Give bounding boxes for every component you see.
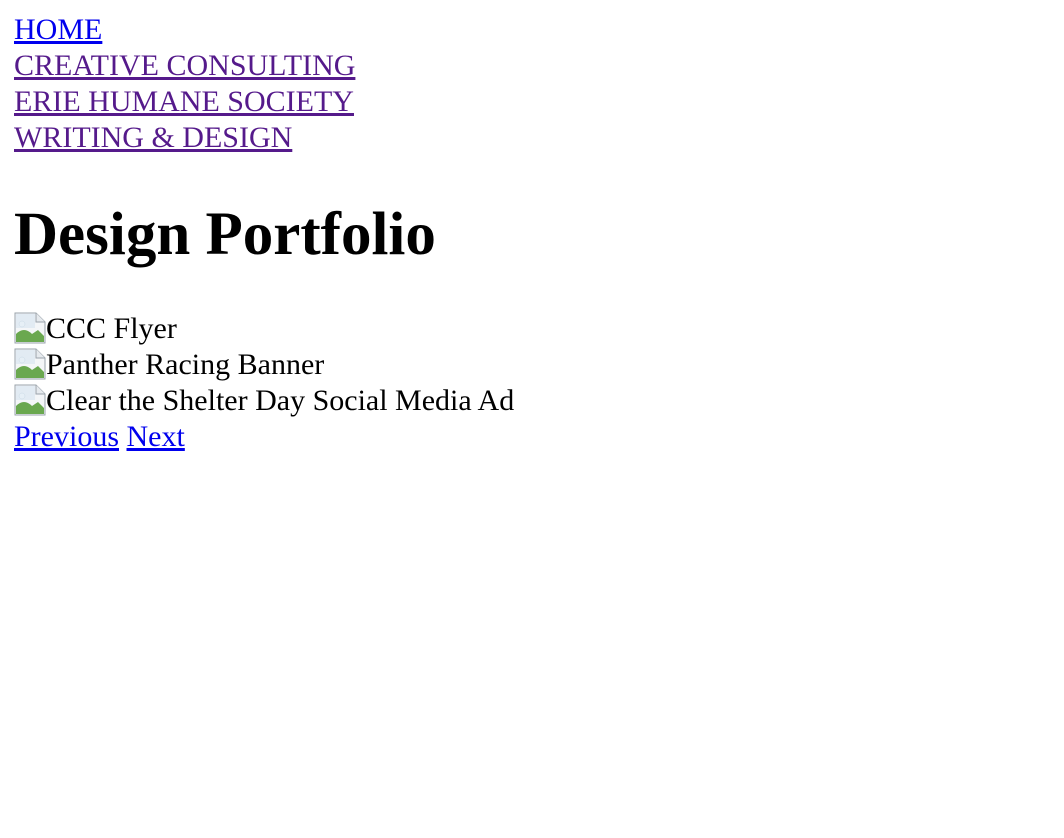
slide-item: Panther Racing Banner [14, 347, 514, 383]
slide-item: Clear the Shelter Day Social Media Ad [14, 383, 514, 419]
pager-separator [119, 420, 127, 453]
next-link[interactable]: Next [127, 420, 185, 453]
broken-image-icon [14, 312, 46, 344]
page-title: Design Portfolio [14, 201, 436, 268]
slide-alt-text: CCC Flyer [46, 312, 177, 345]
nav-link-erie-humane-society[interactable]: ERIE HUMANE SOCIETY [14, 84, 514, 120]
page: HOME CREATIVE CONSULTING ERIE HUMANE SOC… [14, 12, 514, 455]
nav-link-writing-design[interactable]: WRITING & DESIGN [14, 120, 514, 156]
broken-image-icon [14, 348, 46, 380]
slide-alt-text: Panther Racing Banner [46, 348, 325, 381]
slide-item: CCC Flyer [14, 311, 514, 347]
previous-link[interactable]: Previous [14, 420, 119, 453]
slideshow-pager: Previous Next [14, 419, 514, 455]
slideshow: CCC Flyer Panther Racing Banner Clear th… [14, 311, 514, 455]
broken-image-icon [14, 384, 46, 416]
main-nav: HOME CREATIVE CONSULTING ERIE HUMANE SOC… [14, 12, 514, 156]
nav-link-home[interactable]: HOME [14, 12, 514, 48]
slide-alt-text: Clear the Shelter Day Social Media Ad [46, 384, 515, 417]
nav-link-creative-consulting[interactable]: CREATIVE CONSULTING [14, 48, 514, 84]
